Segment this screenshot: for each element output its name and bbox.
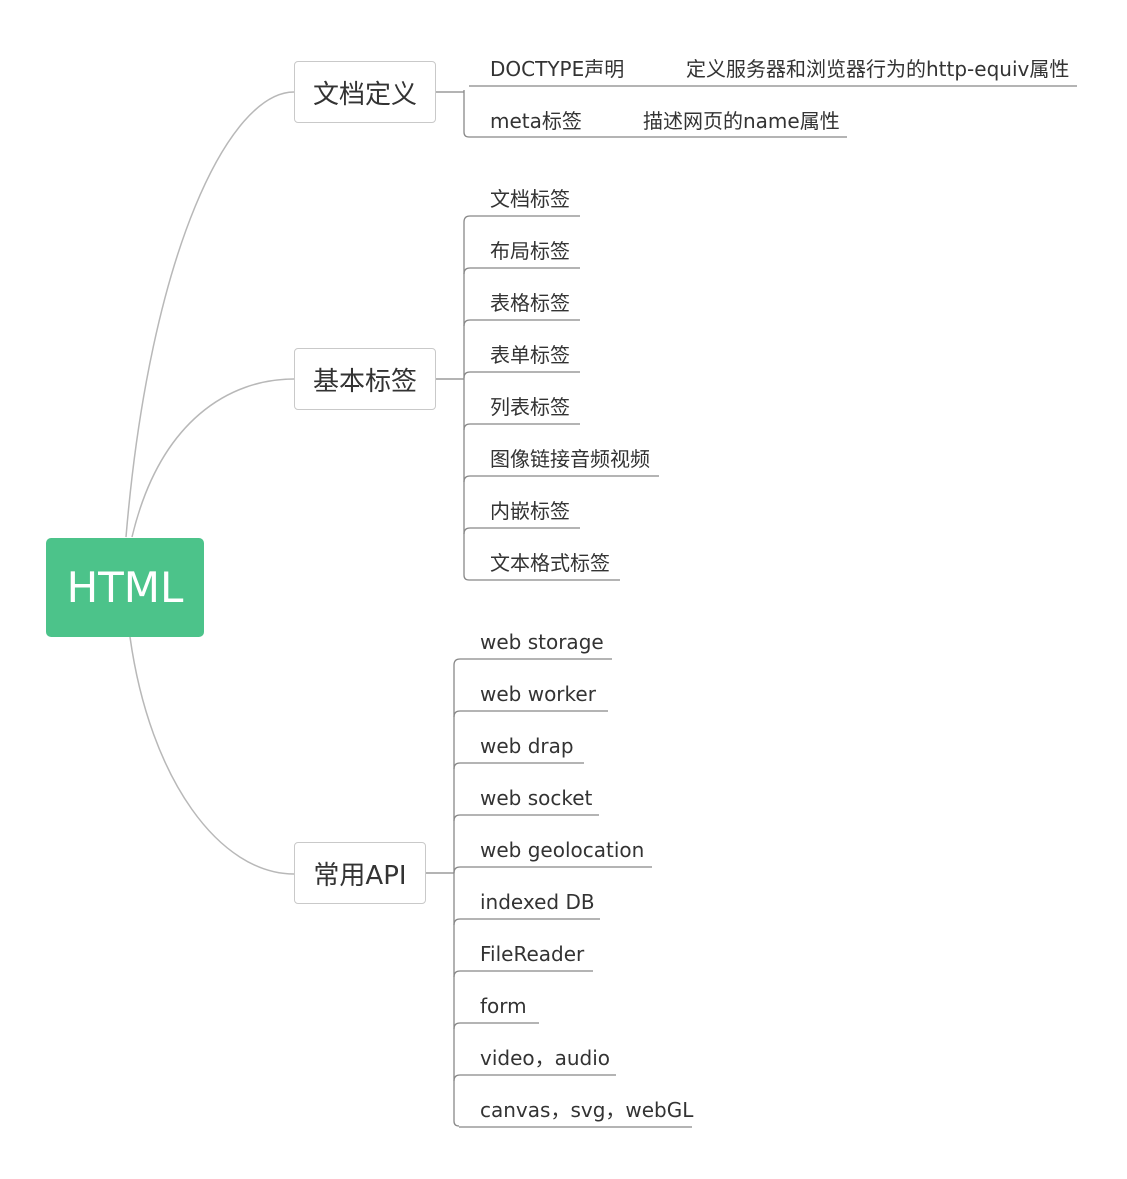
- branch-node-label: 文档定义: [312, 79, 417, 110]
- branch-node-label: 基本标签: [312, 366, 417, 397]
- leaf-node-video-audio[interactable]: video，audio: [480, 1047, 610, 1069]
- branch-node-api[interactable]: 常用API: [294, 842, 426, 904]
- branch-node-wendang[interactable]: 文档定义: [294, 61, 436, 123]
- leaf-node-web-storage[interactable]: web storage: [480, 631, 604, 653]
- leaf-node-doctype[interactable]: DOCTYPE声明: [490, 58, 624, 80]
- leaf-node-name-attr[interactable]: 描述网页的name属性: [643, 110, 840, 132]
- leaf-node-filereader[interactable]: FileReader: [480, 943, 584, 965]
- root-curve-wendang: [125, 91, 295, 538]
- root-curve-jiben: [131, 378, 295, 538]
- leaf-node-web-geolocation[interactable]: web geolocation: [480, 839, 644, 861]
- root-node-html[interactable]: HTML: [46, 538, 204, 637]
- leaf-node-http-equiv[interactable]: 定义服务器和浏览器行为的http-equiv属性: [686, 58, 1069, 80]
- leaf-node-neiqian-tag[interactable]: 内嵌标签: [490, 500, 570, 522]
- leaf-node-wenben-tag[interactable]: 文本格式标签: [490, 552, 610, 574]
- leaf-node-canvas-svg-webgl[interactable]: canvas，svg，webGL: [480, 1099, 693, 1121]
- leaf-node-biaodan-tag[interactable]: 表单标签: [490, 344, 570, 366]
- branch-node-jiben[interactable]: 基本标签: [294, 348, 436, 410]
- leaf-node-buju-tag[interactable]: 布局标签: [490, 240, 570, 262]
- leaf-node-biaoge-tag[interactable]: 表格标签: [490, 292, 570, 314]
- leaf-node-web-worker[interactable]: web worker: [480, 683, 596, 705]
- leaf-node-web-socket[interactable]: web socket: [480, 787, 592, 809]
- branch-node-label: 常用API: [313, 860, 407, 891]
- leaf-node-form[interactable]: form: [480, 995, 527, 1017]
- root-node-label: HTML: [66, 563, 184, 612]
- leaf-node-media-tag[interactable]: 图像链接音频视频: [490, 448, 650, 470]
- leaf-node-meta[interactable]: meta标签: [490, 110, 582, 132]
- root-curve-api: [129, 636, 295, 875]
- leaf-node-web-drap[interactable]: web drap: [480, 735, 574, 757]
- leaf-node-liebiao-tag[interactable]: 列表标签: [490, 396, 570, 418]
- leaf-node-indexed-db[interactable]: indexed DB: [480, 891, 595, 913]
- leaf-node-wendang-tag[interactable]: 文档标签: [490, 188, 570, 210]
